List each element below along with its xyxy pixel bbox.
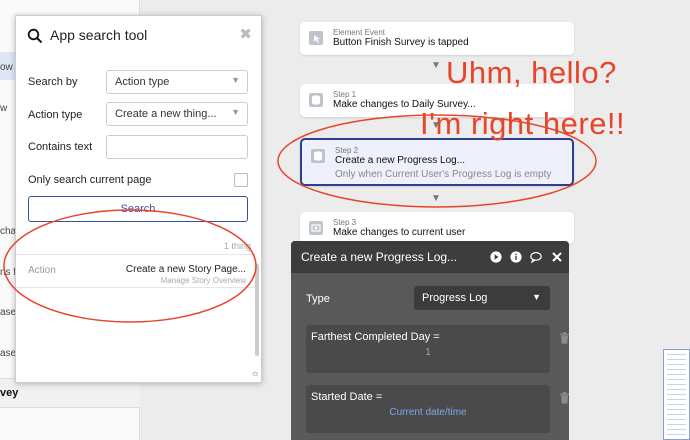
chevron-down-icon: ▼ [532,292,541,302]
search-panel-title: App search tool [50,27,148,43]
contains-text-input[interactable] [106,135,248,159]
sidebar-item[interactable]: ow [0,62,13,73]
annotation-line-2: I'm right here!! [420,106,626,141]
only-current-page-label: Only search current page [28,174,152,186]
action-type-select[interactable]: Create a new thing... ▼ [106,102,248,126]
event-kicker: Element Event [333,28,386,37]
annotation-line-1: Uhm, hello? [446,55,617,90]
search-by-value: Action type [115,76,170,88]
play-icon[interactable] [490,251,502,263]
field-value[interactable]: Current date/time [306,407,550,418]
trash-icon[interactable] [559,332,570,344]
resize-handle-icon[interactable]: ≏ [251,369,259,380]
close-icon[interactable] [551,251,563,263]
step-3-kicker: Step 3 [333,218,357,227]
contains-text-label: Contains text [28,141,93,153]
chevron-down-icon: ▼ [231,75,240,85]
sidebar-item[interactable]: cha [0,226,16,237]
field-farthest-completed-day[interactable]: Farthest Completed Day = 1 [306,325,569,373]
only-current-page-checkbox[interactable] [234,173,248,187]
field-label: Started Date = [311,391,383,403]
step-3-card[interactable]: Step 3 Make changes to current user [300,212,574,244]
search-icon [27,28,43,44]
database-icon [309,93,323,107]
user-card-icon [309,221,323,235]
comment-icon[interactable] [530,251,542,263]
search-result-row[interactable]: Action Create a new Story Page... Manage… [16,254,256,288]
app-search-panel: App search tool ✖ Search by Action type … [15,15,262,383]
close-icon[interactable]: ✖ [239,25,252,43]
results-scrollbar[interactable] [255,264,259,356]
chevron-down-icon: ▼ [231,107,240,117]
page-preview-thumbnail[interactable] [663,349,690,440]
event-card[interactable]: Element Event Button Finish Survey is ta… [300,22,574,55]
database-icon [311,149,325,163]
action-type-value: Create a new thing... [115,108,217,120]
properties-header: Create a new Progress Log... [291,241,569,273]
step-3-title: Make changes to current user [333,227,466,238]
field-started-date[interactable]: Started Date = Current date/time [306,385,569,433]
step-2-condition: Only when Current User's Progress Log is… [335,169,552,180]
type-select[interactable]: Progress Log ▼ [414,286,550,310]
sidebar-item[interactable]: ns f [0,267,16,278]
arrow-down-icon: ▼ [431,193,441,204]
type-label: Type [306,293,330,305]
search-panel-header: App search tool ✖ [16,16,261,60]
search-by-select[interactable]: Action type ▼ [106,70,248,94]
properties-title: Create a new Progress Log... [301,250,458,264]
field-label: Farthest Completed Day = [311,331,440,343]
cursor-click-icon [309,31,323,45]
sidebar-item[interactable]: w [0,103,7,114]
result-type: Action [28,265,56,276]
action-type-label: Action type [28,109,83,121]
event-title: Button Finish Survey is tapped [333,37,469,48]
arrow-down-icon: ▼ [431,60,441,71]
type-value: Progress Log [422,292,488,304]
field-value[interactable]: 1 [306,347,550,358]
sidebar-bottom-label: vey [0,387,19,399]
info-icon[interactable] [510,251,522,263]
search-by-label: Search by [28,76,78,88]
properties-panel: Create a new Progress Log... Type Progre… [291,241,569,440]
search-button[interactable]: Search [28,196,248,222]
result-name: Create a new Story Page... [125,264,246,275]
result-location: Manage Story Overview [160,276,246,285]
result-count: 1 thing [223,241,251,251]
step-2-title: Create a new Progress Log... [335,155,466,166]
step-1-kicker: Step 1 [333,90,357,99]
trash-icon[interactable] [559,392,570,404]
sidebar-item[interactable]: ase [0,307,16,318]
step-2-kicker: Step 2 [335,146,359,155]
sidebar-item[interactable]: ase [0,348,16,359]
step-2-card[interactable]: Step 2 Create a new Progress Log... Only… [300,138,574,186]
